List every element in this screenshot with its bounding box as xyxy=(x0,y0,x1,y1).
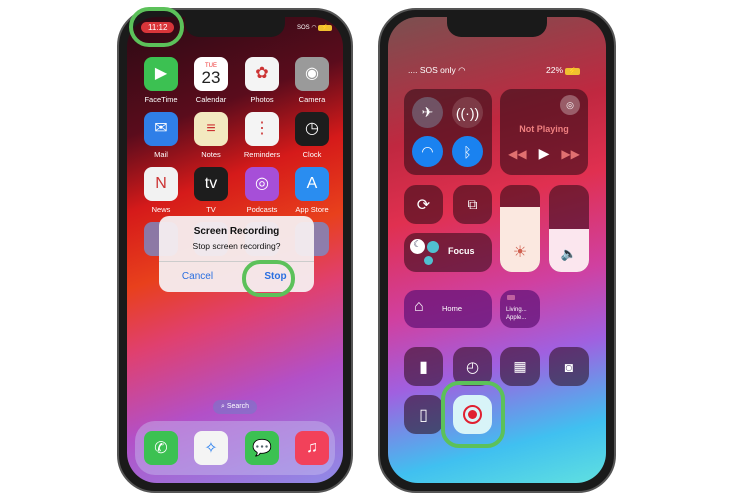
app-icon-calendar[interactable]: TUE 23 xyxy=(194,57,228,91)
speaker-icon: 🔈 xyxy=(560,246,578,261)
battery-icon: ⚡ xyxy=(318,25,332,31)
time-highlight-ring xyxy=(129,7,184,47)
app-glyph-icon: ✿ xyxy=(255,65,269,82)
app-glyph-icon: ◎ xyxy=(255,175,269,192)
app-icon-photos[interactable]: ✿ xyxy=(245,57,279,91)
dock-messages-icon[interactable]: 💬 xyxy=(245,431,279,465)
app-glyph-icon: ≡ xyxy=(206,120,216,137)
media-module: ◎ Not Playing ◀◀ ▶ ▶▶ xyxy=(500,89,588,175)
app-icon-app-store[interactable]: A xyxy=(295,167,329,201)
app-label: Clock xyxy=(302,150,322,159)
stop-highlight-ring xyxy=(242,260,295,297)
brightness-slider[interactable]: ☀ xyxy=(500,185,540,272)
status-carrier: .... SOS only ◠ xyxy=(408,65,466,75)
media-controls: ◀◀ ▶ ▶▶ xyxy=(500,145,588,162)
cellular-data-toggle[interactable]: ((·)) xyxy=(452,97,483,128)
app-icon-podcasts[interactable]: ◎ xyxy=(245,167,279,201)
home-icon: ⌂ xyxy=(414,298,424,315)
brightness-icon: ☀ xyxy=(512,244,528,261)
focus-button[interactable]: ☾ Focus xyxy=(404,233,492,272)
battery-icon: ⚡ xyxy=(565,68,581,75)
carrier-text: SOS xyxy=(297,25,310,31)
search-pill[interactable]: ⌕ Search xyxy=(213,400,257,414)
app-label: News xyxy=(151,205,171,214)
rewind-icon[interactable]: ◀◀ xyxy=(508,147,526,161)
app-glyph-icon: ◉ xyxy=(305,65,319,82)
battery-percent: 22% xyxy=(546,65,564,75)
play-icon[interactable]: ▶ xyxy=(539,145,550,162)
focus-label: Focus xyxy=(448,246,475,256)
app-icon-mail[interactable]: ✉ xyxy=(144,112,178,146)
app-icon-clock[interactable]: ◷ xyxy=(295,112,329,146)
record-highlight-ring xyxy=(441,381,505,448)
connectivity-module: ✈ ((·)) ◠ ᛒ xyxy=(404,89,492,175)
camera-button[interactable]: ◙ xyxy=(549,347,589,386)
forward-icon[interactable]: ▶▶ xyxy=(561,147,579,161)
app-icon-news[interactable]: N xyxy=(144,167,178,201)
app-icon-tv[interactable]: tv xyxy=(194,167,228,201)
wifi-icon: ◠ xyxy=(458,65,466,75)
dialog-title: Screen Recording xyxy=(193,226,280,237)
app-label: Podcasts xyxy=(246,205,278,214)
rotation-lock-button[interactable]: ⟳ xyxy=(404,185,443,224)
moon-icon: ☾ xyxy=(410,239,425,254)
screen-mirroring-button[interactable]: ⧉ xyxy=(453,185,492,224)
app-label: Reminders xyxy=(243,150,281,159)
app-glyph-icon: 23 xyxy=(201,67,221,87)
status-battery: 22% ⚡ xyxy=(546,65,581,75)
app-icon-camera[interactable]: ◉ xyxy=(295,57,329,91)
cancel-button[interactable]: Cancel xyxy=(159,261,236,292)
app-glyph-icon: A xyxy=(306,175,318,192)
home-label: Home xyxy=(442,304,463,313)
app-glyph-icon: ▶ xyxy=(154,65,168,82)
app-label: App Store xyxy=(295,205,329,214)
app-label: Calendar xyxy=(195,95,227,104)
flashlight-button[interactable]: ▮ xyxy=(404,347,443,386)
app-icon-reminders[interactable]: ⋮ xyxy=(245,112,279,146)
apple-tv-remote-button[interactable]: ▯ xyxy=(404,395,443,434)
status-carrier: SOS ◠ ⚡ xyxy=(297,24,332,31)
app-label: Camera xyxy=(298,95,326,104)
dialog-message: Stop screen recording? xyxy=(192,241,281,251)
search-label: Search xyxy=(226,403,250,410)
dock-safari-icon[interactable]: ✧ xyxy=(194,431,228,465)
dock-phone-icon[interactable]: ✆ xyxy=(144,431,178,465)
now-playing-title: Not Playing xyxy=(519,124,569,134)
wifi-icon: ◠ xyxy=(311,25,317,31)
wifi-toggle[interactable]: ◠ xyxy=(412,136,443,167)
bed-icon xyxy=(427,241,439,253)
app-label: TV xyxy=(206,205,216,214)
volume-slider[interactable]: 🔈 xyxy=(549,185,589,272)
living-label: Living... Apple... xyxy=(506,307,527,321)
app-label: Mail xyxy=(154,150,168,159)
app-glyph-icon: ⋮ xyxy=(254,120,270,137)
app-glyph-icon: ✉ xyxy=(154,120,168,137)
app-icon-facetime[interactable]: ▶ xyxy=(144,57,178,91)
app-glyph-icon: N xyxy=(155,175,167,192)
tv-icon xyxy=(507,295,515,300)
app-label: Notes xyxy=(201,150,221,159)
carrier-text: SOS only xyxy=(419,65,456,75)
person-icon xyxy=(424,256,433,265)
app-label: FaceTime xyxy=(144,95,178,104)
living-room-appletv-button[interactable]: Living... Apple... xyxy=(500,290,540,328)
app-glyph-icon: tv xyxy=(204,175,218,192)
notch xyxy=(447,17,547,37)
app-glyph-icon: ◷ xyxy=(305,120,319,137)
brightness-fill xyxy=(500,206,540,272)
notch xyxy=(185,17,285,37)
bluetooth-toggle[interactable]: ᛒ xyxy=(452,136,483,167)
dock-music-icon[interactable]: ♫ xyxy=(295,431,329,465)
app-icon-notes[interactable]: ≡ xyxy=(194,112,228,146)
airplane-mode-toggle[interactable]: ✈ xyxy=(412,97,443,128)
calculator-button[interactable]: ▦ xyxy=(500,347,540,386)
airplay-icon[interactable]: ◎ xyxy=(560,95,580,115)
app-label: Photos xyxy=(250,95,274,104)
home-button[interactable]: ⌂ Home xyxy=(404,290,492,328)
